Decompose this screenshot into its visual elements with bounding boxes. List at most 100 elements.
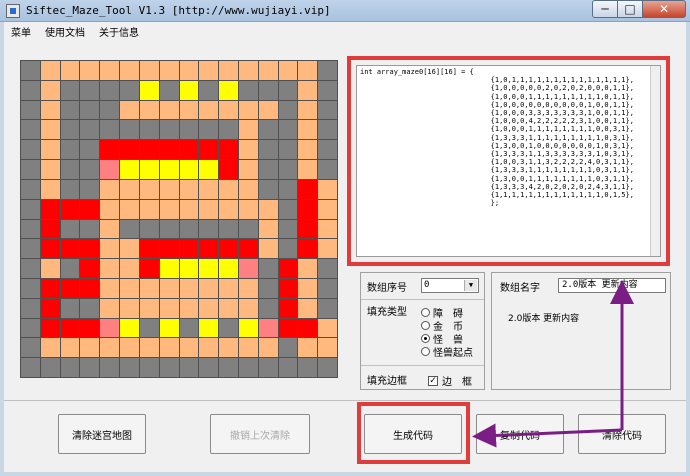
- maze-cell[interactable]: [298, 100, 318, 120]
- maze-cell[interactable]: [159, 259, 179, 278]
- maze-cell[interactable]: [179, 318, 199, 338]
- maze-cell[interactable]: [179, 100, 199, 120]
- maze-cell[interactable]: [318, 61, 337, 80]
- maze-cell[interactable]: [100, 338, 120, 358]
- maze-cell[interactable]: [159, 298, 179, 318]
- maze-cell[interactable]: [120, 298, 139, 318]
- maze-cell[interactable]: [40, 298, 60, 318]
- maze-cell[interactable]: [318, 160, 337, 179]
- maze-cell[interactable]: [199, 278, 219, 298]
- maze-cell[interactable]: [238, 239, 258, 259]
- code-output-textarea[interactable]: int array_maze0[16][16] = { {1,0,1,1,1,1…: [356, 65, 661, 257]
- maze-cell[interactable]: [40, 160, 60, 179]
- maze-cell[interactable]: [258, 239, 278, 259]
- maze-cell[interactable]: [278, 259, 298, 278]
- maze-cell[interactable]: [120, 61, 139, 80]
- maze-cell[interactable]: [80, 120, 100, 140]
- maze-cell[interactable]: [40, 199, 60, 219]
- array-index-select[interactable]: 0 ▼: [421, 278, 479, 293]
- maze-cell[interactable]: [238, 61, 258, 80]
- maze-cell[interactable]: [318, 239, 337, 259]
- maze-cell[interactable]: [21, 61, 40, 80]
- maze-cell[interactable]: [199, 61, 219, 80]
- maze-cell[interactable]: [298, 358, 318, 377]
- maze-cell[interactable]: [100, 298, 120, 318]
- maze-cell[interactable]: [100, 358, 120, 377]
- maze-cell[interactable]: [100, 318, 120, 338]
- maze-cell[interactable]: [139, 338, 159, 358]
- maze-cell[interactable]: [298, 61, 318, 80]
- maze-cell[interactable]: [219, 140, 238, 160]
- maze-cell[interactable]: [318, 298, 337, 318]
- chevron-down-icon[interactable]: ▼: [464, 280, 477, 291]
- maze-cell[interactable]: [278, 100, 298, 120]
- maze-cell[interactable]: [40, 100, 60, 120]
- maze-cell[interactable]: [179, 61, 199, 80]
- maze-cell[interactable]: [139, 278, 159, 298]
- check-icon[interactable]: ✓: [428, 375, 438, 386]
- maze-cell[interactable]: [40, 61, 60, 80]
- maze-cell[interactable]: [199, 120, 219, 140]
- maze-cell[interactable]: [40, 179, 60, 199]
- maze-cell[interactable]: [238, 80, 258, 100]
- maze-cell[interactable]: [238, 298, 258, 318]
- maze-cell[interactable]: [219, 278, 238, 298]
- maze-cell[interactable]: [21, 120, 40, 140]
- maze-cell[interactable]: [60, 219, 80, 239]
- maze-cell[interactable]: [318, 179, 337, 199]
- maze-cell[interactable]: [159, 120, 179, 140]
- maze-cell[interactable]: [40, 318, 60, 338]
- maze-cell[interactable]: [21, 298, 40, 318]
- maze-cell[interactable]: [100, 219, 120, 239]
- maze-cell[interactable]: [40, 239, 60, 259]
- maze-cell[interactable]: [100, 259, 120, 278]
- maze-cell[interactable]: [238, 318, 258, 338]
- maze-cell[interactable]: [199, 358, 219, 377]
- maze-cell[interactable]: [278, 199, 298, 219]
- maze-cell[interactable]: [40, 140, 60, 160]
- maze-cell[interactable]: [298, 120, 318, 140]
- maze-cell[interactable]: [318, 140, 337, 160]
- maze-cell[interactable]: [40, 358, 60, 377]
- maze-cell[interactable]: [139, 179, 159, 199]
- maze-cell[interactable]: [139, 160, 159, 179]
- maze-cell[interactable]: [199, 259, 219, 278]
- maze-cell[interactable]: [80, 61, 100, 80]
- maze-cell[interactable]: [21, 199, 40, 219]
- maze-cell[interactable]: [21, 140, 40, 160]
- maze-cell[interactable]: [278, 318, 298, 338]
- maze-cell[interactable]: [298, 80, 318, 100]
- maze-cell[interactable]: [199, 80, 219, 100]
- maze-cell[interactable]: [318, 80, 337, 100]
- maze-cell[interactable]: [21, 160, 40, 179]
- maze-cell[interactable]: [80, 100, 100, 120]
- maze-cell[interactable]: [21, 259, 40, 278]
- maze-cell[interactable]: [100, 278, 120, 298]
- maze-cell[interactable]: [80, 179, 100, 199]
- maze-cell[interactable]: [60, 100, 80, 120]
- maze-cell[interactable]: [139, 140, 159, 160]
- maze-cell[interactable]: [199, 199, 219, 219]
- clear-code-button[interactable]: 清除代码: [578, 414, 666, 454]
- maze-cell[interactable]: [159, 140, 179, 160]
- maze-cell[interactable]: [80, 140, 100, 160]
- maze-cell[interactable]: [238, 120, 258, 140]
- maze-cell[interactable]: [219, 199, 238, 219]
- maze-cell[interactable]: [238, 100, 258, 120]
- maze-cell[interactable]: [318, 358, 337, 377]
- maze-cell[interactable]: [60, 140, 80, 160]
- radio-monster-start[interactable]: 怪兽起点: [421, 344, 473, 359]
- maze-cell[interactable]: [159, 358, 179, 377]
- maze-cell[interactable]: [21, 239, 40, 259]
- maze-cell[interactable]: [40, 338, 60, 358]
- maze-cell[interactable]: [60, 298, 80, 318]
- maze-cell[interactable]: [298, 318, 318, 338]
- maze-cell[interactable]: [60, 278, 80, 298]
- maze-cell[interactable]: [139, 259, 159, 278]
- maze-cell[interactable]: [219, 239, 238, 259]
- maze-cell[interactable]: [159, 100, 179, 120]
- maze-cell[interactable]: [199, 318, 219, 338]
- maze-cell[interactable]: [120, 120, 139, 140]
- maze-cell[interactable]: [21, 338, 40, 358]
- maze-cell[interactable]: [60, 80, 80, 100]
